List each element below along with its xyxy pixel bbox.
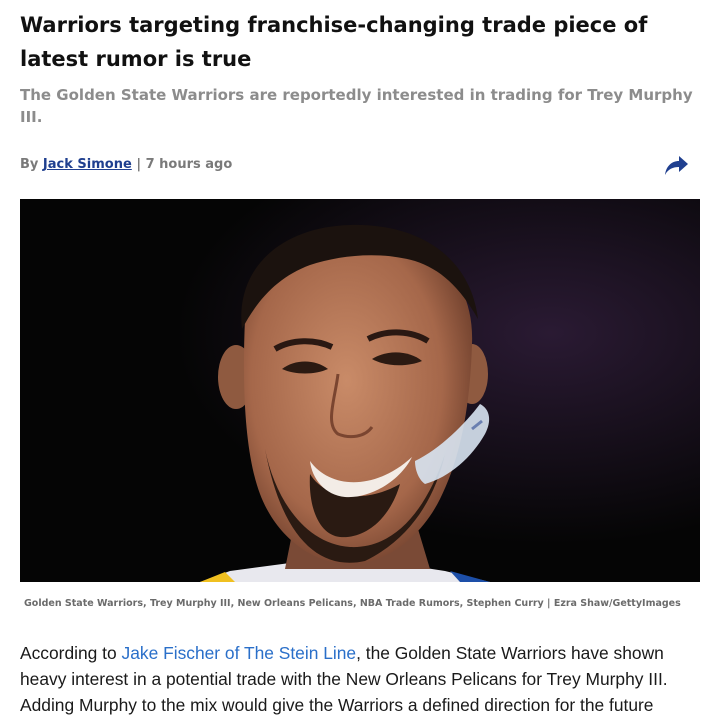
article-headline: Warriors targeting franchise-changing tr…	[20, 13, 648, 71]
share-button[interactable]	[662, 152, 690, 178]
article-hero-image	[20, 199, 700, 582]
share-arrow-icon	[665, 156, 688, 175]
author-link[interactable]: Jack Simone	[43, 155, 132, 175]
image-caption: Golden State Warriors, Trey Murphy III, …	[24, 598, 681, 609]
byline: By Jack Simone | 7 hours ago	[20, 155, 232, 175]
source-link[interactable]: Jake Fischer of The Stein Line	[122, 643, 357, 663]
article-body-paragraph: According to Jake Fischer of The Stein L…	[20, 640, 705, 718]
byline-prefix: By	[20, 157, 39, 172]
publish-time: 7 hours ago	[145, 157, 233, 172]
player-photo	[20, 199, 700, 582]
body-intro: According to	[20, 643, 117, 663]
article-subheadline: The Golden State Warriors are reportedly…	[20, 86, 693, 126]
